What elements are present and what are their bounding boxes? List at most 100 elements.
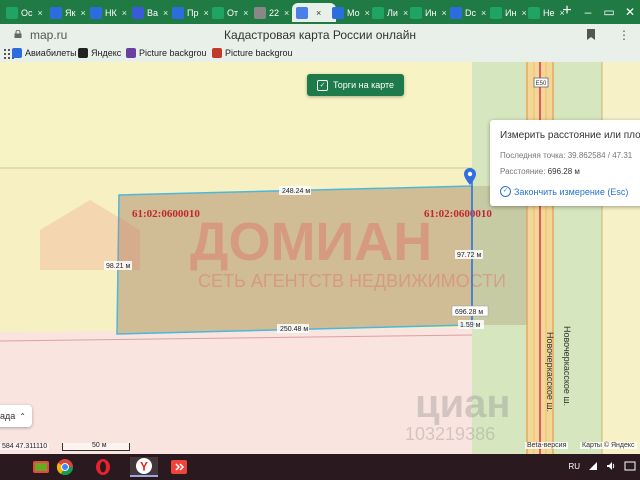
yandex-icon <box>78 48 88 58</box>
tab-close-icon[interactable]: × <box>163 8 168 18</box>
plane-icon <box>12 48 22 58</box>
tab-favicon-icon <box>296 6 308 19</box>
browser-tab[interactable]: Dc × <box>450 3 488 22</box>
coordinates-readout: 584 47.311110 <box>0 443 50 450</box>
anydesk-icon[interactable] <box>168 457 190 477</box>
tab-label: Ин <box>425 7 437 18</box>
tab-favicon-icon <box>90 6 102 19</box>
street-label-2: Новочеркасское ш. <box>562 326 572 406</box>
notification-icon[interactable] <box>624 461 636 471</box>
media-player-icon[interactable] <box>30 457 52 477</box>
browser-tab[interactable]: Мо × <box>332 3 370 22</box>
road-label: Е50 <box>536 81 547 87</box>
bookmark-aviabilety[interactable]: Авиабилеты <box>12 48 77 58</box>
tab-favicon-icon <box>172 6 184 19</box>
tab-close-icon[interactable]: × <box>365 8 370 18</box>
opera-icon[interactable] <box>92 457 114 477</box>
bookmark-label: Авиабилеты <box>25 48 77 58</box>
beta-badge[interactable]: Beta-версия <box>525 442 569 449</box>
svg-text:ДОМИАН: ДОМИАН <box>190 212 432 272</box>
browser-tab[interactable]: × <box>292 3 336 22</box>
tab-label: Пр <box>187 7 199 18</box>
measure-panel: Измерить расстояние или площ Последняя т… <box>490 120 640 206</box>
windows-taskbar: Y RU <box>0 454 640 480</box>
svg-text:103219386: 103219386 <box>405 424 495 444</box>
tab-strip: Ос × Як × НК × Ва × Пр × От × 22 × × Мо × Ли × Ин × Dc × Ин × Не × <box>0 0 640 24</box>
scale-label: 50 м <box>92 442 107 449</box>
dim-label-top: 248.24 м <box>282 188 310 195</box>
street-label: Новочеркасское ш. <box>545 332 555 412</box>
browser-tab[interactable]: Ин × <box>410 3 448 22</box>
dim-label-bottom: 250.48 м <box>280 326 308 333</box>
bookmark-picture-2[interactable]: Picture backgrou <box>212 48 293 58</box>
chevron-up-icon: ⌃ <box>19 411 26 421</box>
svg-text:циан: циан <box>415 382 511 426</box>
tab-close-icon[interactable]: × <box>203 8 208 18</box>
picture-icon <box>212 48 222 58</box>
browser-tab[interactable]: НК × <box>90 3 130 22</box>
torgi-on-map-button[interactable]: ✓ Торги на карте <box>307 74 405 96</box>
tab-label: От <box>227 7 239 18</box>
dim-label-small: 1.59 м <box>460 322 481 329</box>
browser-tab[interactable]: Ва × <box>132 3 170 22</box>
volume-icon[interactable] <box>606 461 616 471</box>
chrome-icon[interactable] <box>54 457 76 477</box>
browser-tab[interactable]: Як × <box>50 3 88 22</box>
network-icon[interactable] <box>588 461 598 471</box>
tab-label: Ли <box>387 7 398 18</box>
tab-favicon-icon <box>410 6 422 19</box>
tab-favicon-icon <box>50 6 62 19</box>
bookmark-picture-1[interactable]: Picture backgrou <box>126 48 207 58</box>
tab-close-icon[interactable]: × <box>284 8 289 18</box>
parcel-id-left: 61:02:0600010 <box>132 208 200 220</box>
lock-icon <box>14 30 22 38</box>
tab-favicon-icon <box>254 6 266 19</box>
tab-label: Ва <box>147 7 159 18</box>
tab-label: Ин <box>505 7 517 18</box>
browser-tab[interactable]: От × <box>212 3 252 22</box>
browser-tab[interactable]: Ли × <box>372 3 408 22</box>
tab-label: Ос <box>21 7 33 18</box>
tab-close-icon[interactable]: × <box>403 8 408 18</box>
bookmark-yandex[interactable]: Яндекс <box>78 48 121 58</box>
layers-dropdown[interactable]: ада ⌃ <box>0 405 32 427</box>
page-title: Кадастровая карта России онлайн <box>223 28 417 42</box>
tab-favicon-icon <box>212 6 224 19</box>
tab-favicon-icon <box>332 6 344 19</box>
new-tab-button[interactable]: + <box>558 2 576 20</box>
checkbox-icon: ✓ <box>317 79 328 91</box>
dim-label-right: 97.72 м <box>457 252 481 259</box>
bookmark-star-icon[interactable] <box>587 29 595 40</box>
browser-menu-icon[interactable]: ⋮ <box>618 28 630 42</box>
browser-tab[interactable]: Ос × <box>6 3 46 22</box>
tab-close-icon[interactable]: × <box>80 8 85 18</box>
tab-close-icon[interactable]: × <box>243 8 248 18</box>
bookmark-label: Picture backgrou <box>139 48 207 58</box>
tab-label: Не <box>543 7 555 18</box>
tab-label: НК <box>105 7 117 18</box>
tab-close-icon[interactable]: × <box>122 8 127 18</box>
parcel-id-right: 61:02:0600010 <box>424 208 492 220</box>
torgi-label: Торги на карте <box>333 80 395 90</box>
bookmarks-bar: Авиабилеты Яндекс Picture backgrou Pictu… <box>0 46 640 63</box>
tab-label: Як <box>65 7 76 18</box>
minimize-button[interactable]: – <box>578 0 598 24</box>
tab-close-icon[interactable]: × <box>481 8 486 18</box>
maximize-button[interactable]: ▭ <box>599 0 619 24</box>
finish-measure-button[interactable]: ✓ Закончить измерение (Esc) <box>500 186 628 197</box>
measure-total-label: 696.28 м <box>455 309 483 316</box>
tab-favicon-icon <box>490 6 502 19</box>
layers-label: ада <box>0 411 16 421</box>
browser-tab[interactable]: Ин × <box>490 3 526 22</box>
language-indicator[interactable]: RU <box>568 462 580 471</box>
map-attribution[interactable]: Карты © Яндекс <box>580 442 637 449</box>
browser-tab[interactable]: 22 × <box>254 3 290 22</box>
tab-close-icon[interactable]: × <box>441 8 446 18</box>
yandex-browser-icon[interactable]: Y <box>130 457 158 477</box>
url-field[interactable]: map.ru <box>30 28 67 42</box>
browser-tab[interactable]: Пр × <box>172 3 210 22</box>
tab-close-icon[interactable]: × <box>521 8 526 18</box>
tab-close-icon[interactable]: × <box>38 8 43 18</box>
close-window-button[interactable]: ✕ <box>620 0 640 24</box>
tab-close-icon[interactable]: × <box>316 8 321 18</box>
